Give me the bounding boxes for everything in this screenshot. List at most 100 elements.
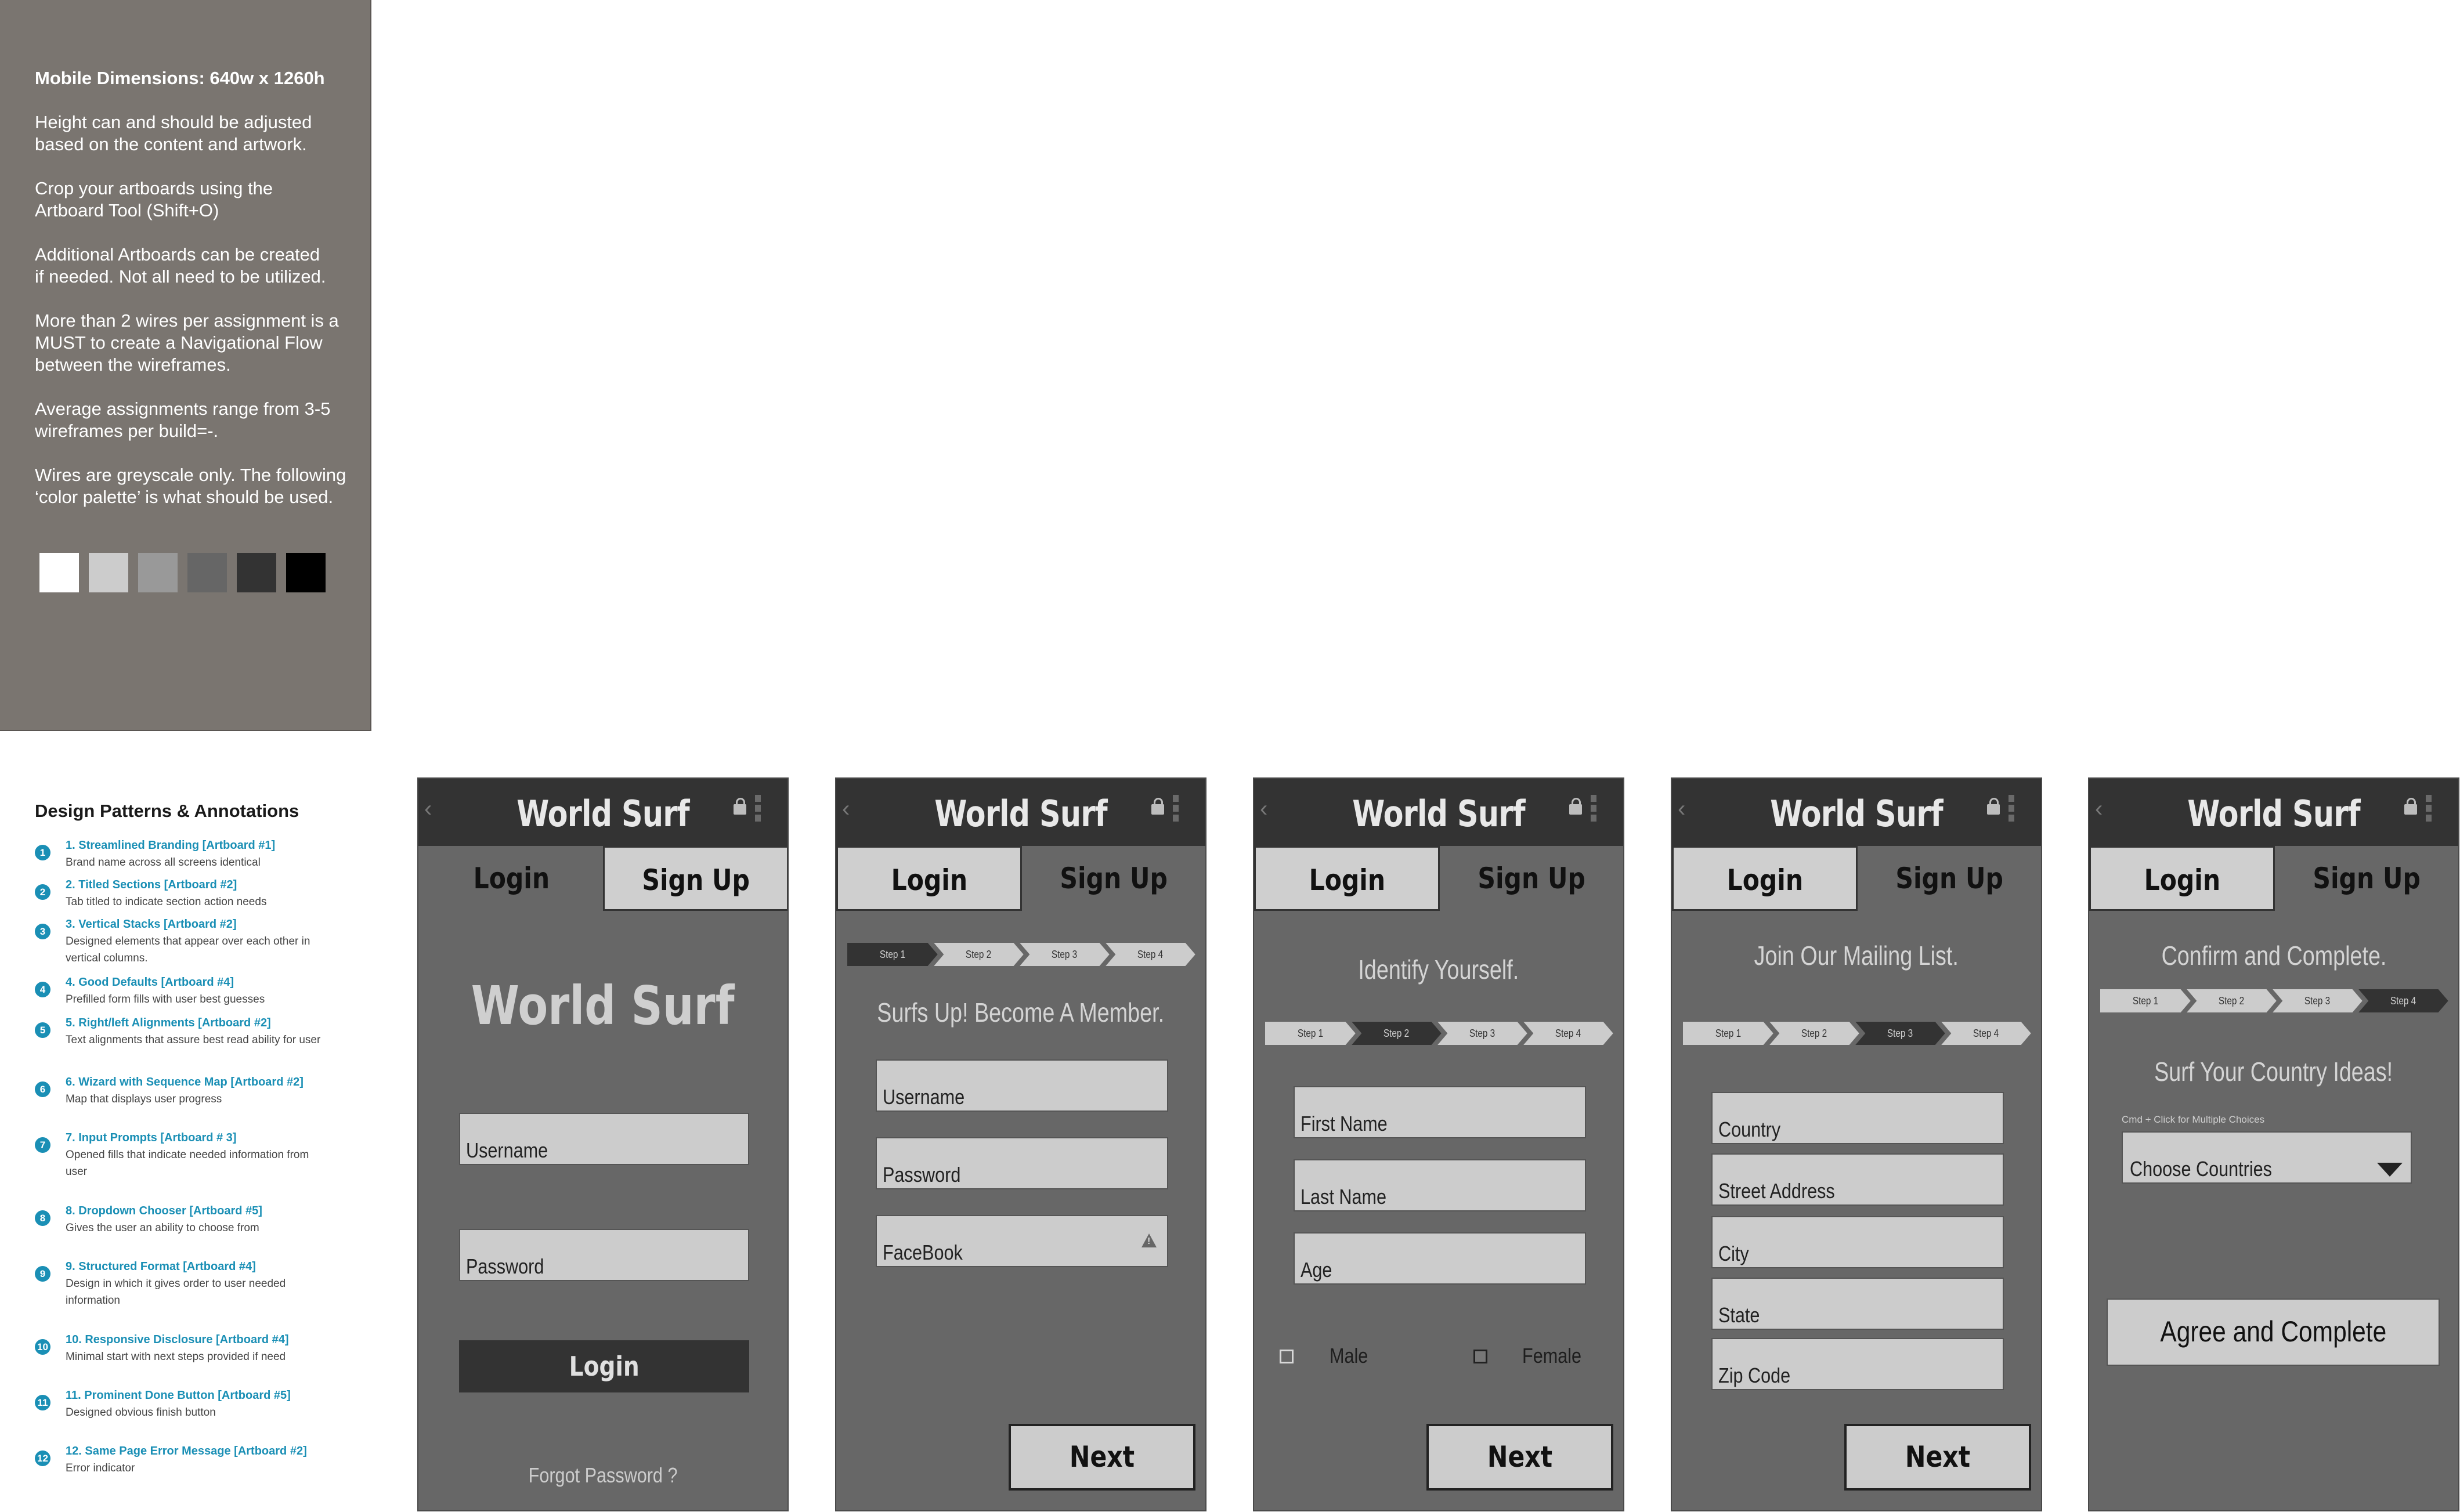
annotation-title: 2. Titled Sections [Artboard #2] bbox=[66, 878, 237, 891]
lock-icon bbox=[1569, 798, 1582, 815]
annotation-number-badge: 11 bbox=[35, 1395, 50, 1410]
annotation-title: 5. Right/left Alignments [Artboard #2] bbox=[66, 1017, 271, 1029]
tab-login-label: Login bbox=[1309, 863, 1385, 897]
step-label: Step 1 bbox=[2132, 995, 2159, 1007]
step-label: Step 3 bbox=[1887, 1028, 1913, 1039]
country-field[interactable]: Country bbox=[1711, 1092, 2004, 1144]
artboard-signup-step2: ‹ World Surf Login Sign Up Identify Your… bbox=[1253, 777, 1624, 1511]
instructions-paragraph: Average assignments range from 3-5 wiref… bbox=[35, 399, 331, 441]
instructions-paragraph: Additional Artboards can be created if n… bbox=[35, 244, 326, 287]
annotation-description: Designed obvious finish button bbox=[66, 1406, 216, 1419]
step-label: Step 4 bbox=[1137, 949, 1164, 960]
tab-signup[interactable]: Sign Up bbox=[2274, 846, 2458, 911]
back-chevron-icon[interactable]: ‹ bbox=[424, 796, 432, 822]
step-indicator-1: Step 1 bbox=[2100, 989, 2192, 1013]
female-checkbox[interactable] bbox=[1473, 1350, 1487, 1363]
state-placeholder: State bbox=[1718, 1303, 1760, 1327]
annotation-title: 12. Same Page Error Message [Artboard #2… bbox=[66, 1445, 307, 1457]
tab-login[interactable]: Login bbox=[2089, 846, 2275, 911]
username-field[interactable]: Username bbox=[459, 1113, 749, 1165]
male-checkbox[interactable] bbox=[1280, 1350, 1294, 1363]
artboard-signup-step4: ‹ World Surf Login Sign Up Confirm and C… bbox=[2088, 777, 2459, 1511]
state-field[interactable]: State bbox=[1711, 1278, 2004, 1330]
first-name-placeholder: First Name bbox=[1301, 1112, 1388, 1135]
login-button-label: Login bbox=[569, 1351, 640, 1382]
palette-swatch bbox=[237, 553, 276, 592]
overflow-menu-icon[interactable] bbox=[1591, 795, 1596, 824]
tab-signup-label: Sign Up bbox=[1895, 862, 2003, 895]
annotation-title: 6. Wizard with Sequence Map [Artboard #2… bbox=[66, 1076, 304, 1088]
annotation-title: 8. Dropdown Chooser [Artboard #5] bbox=[66, 1204, 262, 1217]
next-button-label: Next bbox=[1487, 1440, 1553, 1474]
overflow-menu-icon[interactable] bbox=[2009, 795, 2014, 824]
app-header: ‹ World Surf bbox=[418, 779, 788, 846]
facebook-field[interactable]: FaceBook bbox=[876, 1215, 1168, 1267]
step-indicator-4: Step 4 bbox=[1522, 1021, 1615, 1046]
username-placeholder: Username bbox=[466, 1138, 548, 1162]
annotation-number-badge: 5 bbox=[35, 1022, 50, 1038]
back-chevron-icon[interactable]: ‹ bbox=[1260, 796, 1267, 822]
palette-swatch bbox=[138, 553, 178, 592]
step-label: Step 4 bbox=[1555, 1028, 1581, 1039]
annotation-number-badge: 1 bbox=[35, 845, 50, 860]
back-chevron-icon[interactable]: ‹ bbox=[2095, 796, 2103, 822]
artboard-signup-step1: ‹ World Surf Login Sign Up Step 1 Step 2 S… bbox=[835, 777, 1206, 1511]
overflow-menu-icon[interactable] bbox=[1173, 795, 1179, 824]
forgot-password-link[interactable]: Forgot Password ? bbox=[418, 1463, 788, 1488]
password-field[interactable]: Password bbox=[459, 1229, 749, 1281]
next-button[interactable]: Next bbox=[1844, 1424, 2031, 1491]
tab-login[interactable]: Login bbox=[418, 846, 604, 911]
tab-login[interactable]: Login bbox=[836, 846, 1022, 911]
annotation-description: Map that displays user progress bbox=[66, 1093, 222, 1105]
last-name-placeholder: Last Name bbox=[1301, 1185, 1386, 1209]
app-title: World Surf bbox=[516, 793, 689, 835]
countries-dropdown[interactable]: Choose Countries bbox=[2122, 1131, 2412, 1184]
tab-login[interactable]: Login bbox=[1672, 846, 1858, 911]
username-field[interactable]: Username bbox=[876, 1059, 1168, 1112]
password-field[interactable]: Password bbox=[876, 1137, 1168, 1189]
back-chevron-icon[interactable]: ‹ bbox=[1678, 796, 1685, 822]
tab-signup[interactable]: Sign Up bbox=[1439, 846, 1623, 911]
overflow-menu-icon[interactable] bbox=[2426, 795, 2432, 824]
step-label: Step 2 bbox=[2218, 995, 2245, 1007]
agree-and-complete-button[interactable]: Agree and Complete bbox=[2107, 1298, 2440, 1366]
back-chevron-icon[interactable]: ‹ bbox=[842, 796, 850, 822]
login-button[interactable]: Login bbox=[459, 1340, 749, 1392]
city-field[interactable]: City bbox=[1711, 1216, 2004, 1268]
instructions-paragraph: More than 2 wires per assignment is a MU… bbox=[35, 310, 339, 375]
step-indicator-2: Step 2 bbox=[933, 942, 1025, 967]
age-field[interactable]: Age bbox=[1294, 1232, 1586, 1285]
zip-code-field[interactable]: Zip Code bbox=[1711, 1338, 2004, 1390]
tab-signup[interactable]: Sign Up bbox=[1021, 846, 1205, 911]
tab-signup[interactable]: Sign Up bbox=[603, 846, 788, 911]
step-indicator-4: Step 4 bbox=[1940, 1021, 2033, 1046]
password-placeholder: Password bbox=[466, 1254, 544, 1278]
next-button[interactable]: Next bbox=[1009, 1424, 1195, 1491]
agree-button-label: Agree and Complete bbox=[2160, 1315, 2386, 1348]
annotation-number-badge: 4 bbox=[35, 982, 50, 997]
annotation-number-badge: 7 bbox=[35, 1137, 50, 1153]
palette-swatch bbox=[89, 553, 128, 592]
artboard-login: ‹ World Surf Login Sign Up World Surf Us… bbox=[417, 777, 789, 1511]
tab-login-label: Login bbox=[891, 863, 967, 897]
step-label: Step 3 bbox=[1469, 1028, 1495, 1039]
step-label: Step 1 bbox=[879, 949, 906, 960]
app-title: World Surf bbox=[1352, 793, 1525, 835]
overflow-menu-icon[interactable] bbox=[755, 795, 761, 824]
next-button[interactable]: Next bbox=[1426, 1424, 1613, 1491]
app-title: World Surf bbox=[934, 793, 1107, 835]
street-address-field[interactable]: Street Address bbox=[1711, 1153, 2004, 1206]
last-name-field[interactable]: Last Name bbox=[1294, 1159, 1586, 1211]
first-name-field[interactable]: First Name bbox=[1294, 1086, 1586, 1138]
tab-login[interactable]: Login bbox=[1254, 846, 1440, 911]
annotation-number-badge: 8 bbox=[35, 1210, 50, 1226]
next-button-label: Next bbox=[1905, 1440, 1971, 1474]
section-heading: Surfs Up! Become A Member. bbox=[877, 997, 1165, 1028]
city-placeholder: City bbox=[1718, 1242, 1749, 1265]
annotation-number-badge: 6 bbox=[35, 1081, 50, 1097]
tab-signup[interactable]: Sign Up bbox=[1856, 846, 2041, 911]
annotation-title: 11. Prominent Done Button [Artboard #5] bbox=[66, 1389, 291, 1402]
annotation-number-badge: 9 bbox=[35, 1266, 50, 1282]
palette-swatch bbox=[39, 553, 79, 592]
step-indicator-4: Step 4 bbox=[1104, 942, 1197, 967]
